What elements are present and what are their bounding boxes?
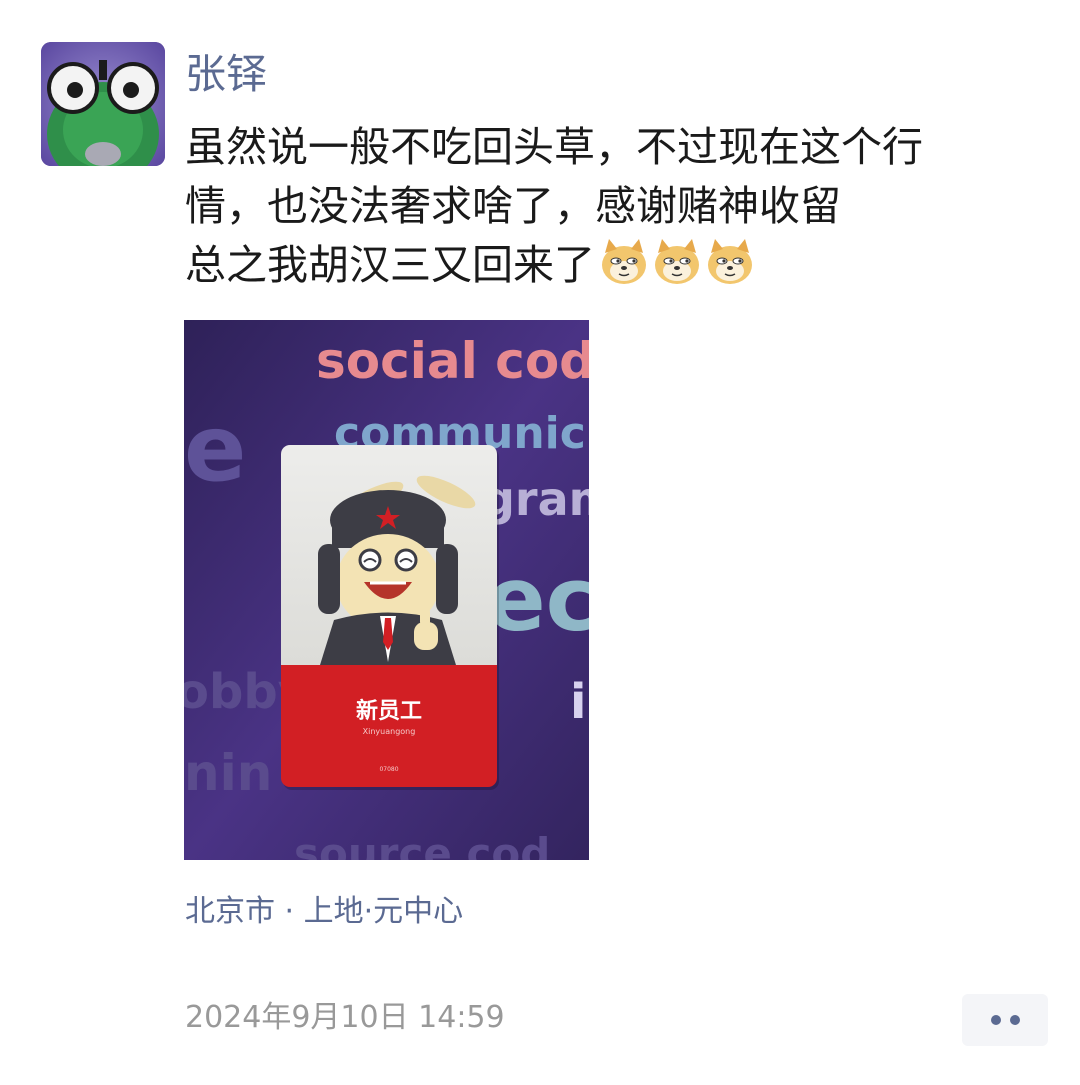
wall-text: social cod (316, 332, 589, 390)
badge-title: 新员工 (356, 698, 422, 724)
wall-text: ec (486, 548, 589, 651)
badge-number: 07080 (379, 766, 398, 773)
author-name[interactable]: 张铎 (185, 46, 267, 102)
wall-text: nin (184, 744, 272, 802)
avatar[interactable] (41, 42, 165, 166)
more-dot-icon (990, 1015, 1001, 1025)
post-text-line-content: 总之我胡汉三又回来了 (185, 241, 595, 289)
doge-emoji-icon (602, 239, 646, 284)
post-text: 虽然说一般不吃回头草，不过现在这个行 情，也没法奢求啥了，感谢赌神收留 总之我胡… (185, 118, 1045, 303)
more-dot-icon (1009, 1015, 1020, 1025)
badge-card: 新员工 Xinyuangong 07080 (281, 445, 499, 790)
doge-emoji-icon (655, 239, 699, 284)
post-text-line: 总之我胡汉三又回来了 (185, 236, 1045, 303)
post-text-line: 情，也没法奢求啥了，感谢赌神收留 (185, 182, 841, 230)
post-photo[interactable]: social cod communic gram e ec obby nin s… (184, 320, 589, 860)
post-text-line: 虽然说一般不吃回头草，不过现在这个行 (185, 123, 923, 171)
badge-subtitle: Xinyuangong (363, 727, 416, 736)
wall-text: i (570, 674, 586, 730)
wall-text: source cod (294, 829, 550, 860)
wall-text: e (184, 395, 246, 502)
location-link[interactable]: 北京市 · 上地·元中心 (185, 890, 463, 934)
more-options-button[interactable] (962, 994, 1048, 1046)
emoji-row (599, 237, 758, 303)
doge-emoji-icon (708, 239, 752, 284)
post-timestamp: 2024年9月10日 14:59 (185, 1000, 505, 1035)
